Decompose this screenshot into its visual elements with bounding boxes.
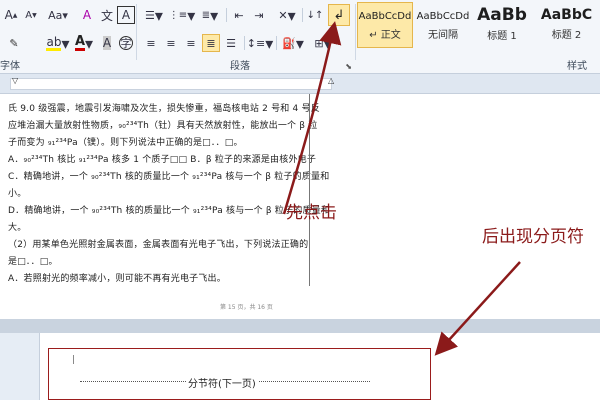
styles-group-label: 样式	[567, 61, 587, 72]
clear-format-button[interactable]: A	[78, 6, 96, 24]
ruler-track	[10, 78, 332, 90]
text-boundary-line	[309, 94, 310, 286]
align-right-icon: ≡	[186, 36, 196, 50]
highlight-button[interactable]: ✎	[2, 34, 26, 52]
annotation-then-appears: 后出现分页符	[482, 227, 584, 247]
font-size-label: A	[4, 8, 13, 22]
char-shading-button[interactable]: A	[98, 34, 116, 52]
cursor-marker: |	[72, 355, 76, 365]
ribbon: A ▲ A ▼ Aa ▾ A 文 A ✎ ab ▾ A ▾ A 字 字体 ☰ ▾ ⋮≡ ▾ ≣…	[0, 0, 600, 74]
numbering-icon: ⋮≡	[168, 9, 188, 21]
align-left-icon: ≡	[146, 36, 156, 50]
font-group: A ▲ A ▼ Aa ▾ A 文 A ✎ ab ▾ A ▾ A 字 字体	[0, 0, 135, 74]
text-line: 是□．．□。	[8, 257, 58, 267]
border-icon: ⊞	[314, 36, 324, 50]
styles-gallery: AaBbCcDd ↵ 正文 AaBbCcDd 无间隔 AaBb 标题 1 AaB…	[357, 2, 600, 72]
section-break-highlight	[48, 348, 431, 400]
text-line: 子而变为 ₉₁²³⁴Pa（镤）。则下列说法中正确的是□．．□。	[8, 138, 243, 148]
text-highlight-color-button[interactable]: ab ▾	[44, 34, 72, 53]
paragraph-group: ☰ ▾ ⋮≡ ▾ ≣ ▾ ⇤ ⇥ ✕ ▾ ↓↑ ↲ ≡ ≡ ≡ ≣ ☰ ↕≡ ▾ ⛽ ▾ ⊞…	[138, 0, 356, 74]
text-line: C．精确地讲，一个 ₉₀²³⁴Th 核的质量比一个 ₉₁²³⁴Pa 核与一个 β…	[8, 172, 330, 182]
phonetic-guide-button[interactable]: 文	[98, 6, 116, 24]
align-left-button[interactable]: ≡	[142, 34, 160, 52]
enclose-char-button[interactable]: A	[117, 6, 135, 24]
enclosed-characters-button[interactable]: 字	[117, 34, 135, 52]
sort-button[interactable]: ↓↑	[306, 6, 324, 24]
style-heading-1[interactable]: AaBb 标题 1	[473, 2, 531, 48]
font-color-button[interactable]: A ▾	[72, 34, 96, 53]
chinese-layout-button[interactable]: ✕ ▾	[274, 6, 300, 25]
paint-bucket-icon: ⛽	[282, 36, 296, 50]
shading-icon: A	[102, 36, 112, 50]
font-group-label: 字体	[0, 61, 20, 72]
grow-font-button[interactable]: A ▲	[2, 6, 20, 24]
document-page-2[interactable]: | 分节符(下一页)	[0, 333, 600, 400]
paragraph-dialog-launcher-icon[interactable]: ⬊	[345, 62, 352, 71]
increase-indent-icon: ⇥	[254, 8, 264, 22]
paragraph-group-label: 段落	[230, 61, 250, 72]
indent-marker-icon[interactable]: ▽	[12, 76, 18, 85]
text-line: D．精确地讲，一个 ₉₀²³⁴Th 核的质量比一个 ₉₁²³⁴Pa 核与一个 β…	[8, 206, 331, 216]
chinese-layout-icon: ✕	[278, 8, 288, 22]
text-line: 应堆治漏大量放射性物质，₉₀²³⁴Th（钍）具有天然放射性，能放出一个 β 粒	[8, 121, 318, 131]
line-spacing-icon: ↕≡	[246, 36, 266, 50]
shading-button[interactable]: ⛽ ▾	[280, 34, 306, 53]
show-formatting-marks-button[interactable]: ↲	[328, 4, 350, 26]
distributed-icon: ☰	[226, 36, 236, 50]
borders-button[interactable]: ⊞ ▾	[310, 34, 336, 53]
page-footer: 第 15 页，共 16 页	[220, 304, 273, 311]
document-area[interactable]: 氏 9.0 级强震，地震引发海啸及次生，损失惨重，福岛核电站 2 号和 4 号反…	[0, 94, 600, 400]
text-line: 小。	[8, 189, 27, 199]
style-no-spacing[interactable]: AaBbCcDd 无间隔	[415, 2, 471, 48]
annotation-first-click: 先点击	[286, 203, 337, 223]
bullets-icon: ☰	[145, 8, 155, 22]
section-break-label: 分节符(下一页)	[186, 375, 258, 390]
justify-button[interactable]: ≣	[202, 34, 220, 52]
style-heading-2[interactable]: AaBbC 标题 2	[533, 2, 600, 48]
align-center-button[interactable]: ≡	[162, 34, 180, 52]
highlighter-icon: ✎	[9, 36, 19, 50]
bullets-button[interactable]: ☰ ▾	[142, 6, 166, 25]
justify-icon: ≣	[206, 36, 216, 50]
decrease-indent-button[interactable]: ⇤	[230, 6, 248, 24]
align-right-button[interactable]: ≡	[182, 34, 200, 52]
increase-indent-button[interactable]: ⇥	[250, 6, 268, 24]
highlight-color-icon: ab	[46, 34, 62, 51]
right-indent-marker-icon[interactable]: △	[328, 76, 334, 85]
group-separator	[355, 4, 356, 60]
distributed-button[interactable]: ☰	[222, 34, 240, 52]
page-side-bar	[0, 333, 40, 400]
text-line: （2）用某单色光照射金属表面，金属表面有光电子飞出，下列说法正确的	[8, 240, 309, 250]
shrink-font-button[interactable]: A ▼	[22, 6, 40, 24]
text-line: A．₉₀²³⁴Th 核比 ₉₁²³⁴Pa 核多 1 个质子□□ B．β 粒子的来…	[8, 155, 317, 165]
style-normal[interactable]: AaBbCcDd ↵ 正文	[357, 2, 413, 48]
decrease-indent-icon: ⇤	[234, 8, 244, 22]
text-line: 氏 9.0 级强震，地震引发海啸及次生，损失惨重，福岛核电站 2 号和 4 号反	[8, 104, 320, 114]
text-line: A．若照射光的频率减小，则可能不再有光电子飞出。	[8, 274, 226, 284]
horizontal-ruler[interactable]: ▽ △	[0, 74, 600, 94]
sort-icon: ↓↑	[306, 9, 324, 21]
paragraph-mark-icon: ↲	[333, 7, 345, 23]
page-gap	[0, 319, 600, 333]
multilevel-icon: ≣	[201, 9, 211, 21]
change-case-button[interactable]: Aa ▾	[46, 6, 70, 24]
align-center-icon: ≡	[166, 36, 176, 50]
line-spacing-button[interactable]: ↕≡ ▾	[246, 34, 273, 53]
text-line: 大。	[8, 223, 27, 233]
multilevel-list-button[interactable]: ≣ ▾	[198, 6, 222, 25]
group-separator	[136, 4, 137, 60]
numbering-button[interactable]: ⋮≡ ▾	[168, 6, 195, 25]
